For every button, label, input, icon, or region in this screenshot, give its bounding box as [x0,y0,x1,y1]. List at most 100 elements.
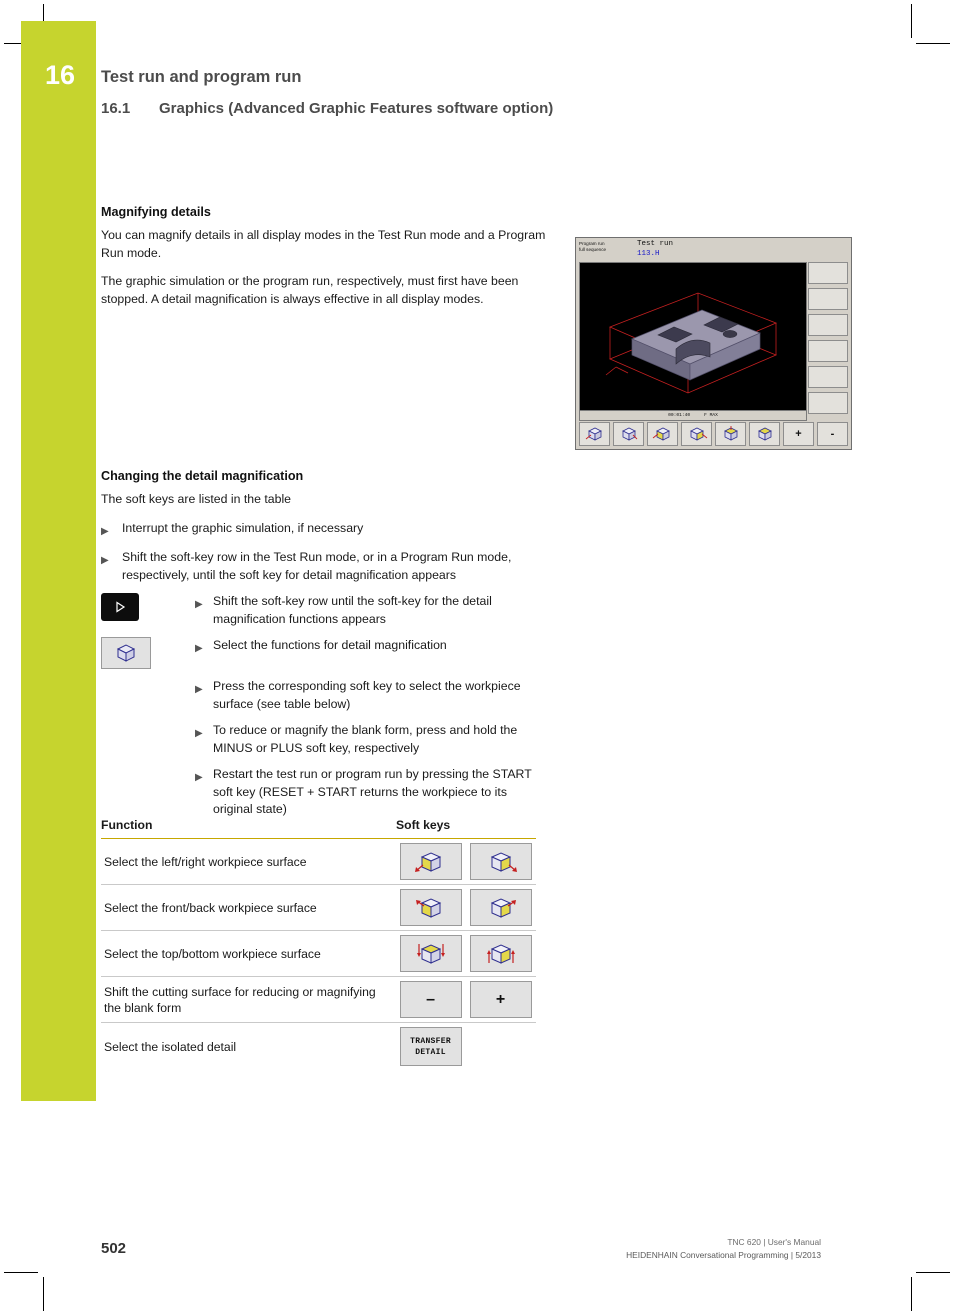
tnc-softkey-cube-iso[interactable] [749,422,780,446]
list-item-text: ▶ Shift the soft-key row until the soft-… [195,593,546,628]
tnc-status-feed: F MAX [704,413,718,418]
table-cell-function: Select the top/bottom workpiece surface [104,946,321,961]
tnc-softkey-cube-left[interactable] [647,422,678,446]
heading-magnifying-details: Magnifying details [101,205,211,219]
table-cell-function: Shift the cutting surface for reducing o… [104,984,376,1015]
page-number: 502 [101,1240,127,1257]
footer-text: TNC 620 | User's Manual HEIDENHAIN Conve… [626,1236,821,1262]
paragraph-2: The graphic simulation or the program ru… [101,274,519,306]
column-header-softkeys: Soft keys [396,818,451,832]
table-row: Select the left/right workpiece surface [101,839,536,885]
cube-detail-magnification-icon[interactable] [101,637,151,669]
list-item-label: Select the functions for detail magnific… [213,638,447,652]
list-item-text: ▶ Select the functions for detail magnif… [195,637,546,658]
table-row: Select the isolated detail TRANSFER DETA… [101,1023,536,1070]
icon-instruction-list: ▶ Shift the soft-key row until the soft-… [101,593,546,819]
triangle-bullet-icon: ▶ [195,643,203,654]
tnc-title-area: Test run 113.H [634,238,851,260]
tnc-mode-line2: full sequence [579,247,607,252]
heading-changing-detail-magnification: Changing the detail magnification [101,469,304,483]
tnc-softkey-row: + - [579,422,848,446]
cube-bottom-icon[interactable] [469,935,532,972]
tnc-softkey-view-2[interactable] [613,422,644,446]
list-item: ▶ Shift the soft-key row in the Test Run… [101,549,546,584]
triangle-bullet-icon: ▶ [195,772,203,783]
list-item: ▶ Restart the test run or program run by… [101,766,546,819]
tnc-program-name: 113.H [637,249,660,258]
footer-line-1: TNC 620 | User's Manual [727,1237,821,1247]
list-item: ▶ Select the functions for detail magnif… [101,637,546,669]
triangle-bullet-icon: ▶ [101,555,109,566]
cube-back-icon[interactable] [469,889,532,926]
shift-softkey-row-icon[interactable] [101,593,139,621]
tnc-softkey-cube-top[interactable] [715,422,746,446]
softkey-shift-slot [101,593,195,621]
crop-mark [4,1272,38,1273]
cube-front-icon[interactable] [399,889,462,926]
table-cell-function: Select the left/right workpiece surface [104,854,307,869]
transfer-detail-line1: TRANSFER [410,1036,451,1046]
crop-mark [916,43,950,44]
tnc-vertical-softkey[interactable] [808,340,848,362]
tnc-vertical-softkey[interactable] [808,392,848,414]
chapter-color-bar [21,21,96,1101]
softkey-detail-magnification-slot [101,637,195,669]
plus-softkey[interactable]: + [469,981,532,1018]
crop-mark [911,1277,912,1311]
tnc-vertical-softkey[interactable] [808,288,848,310]
table-cell-softkeys [399,885,536,930]
list-item-label: Restart the test run or program run by p… [213,767,532,816]
tnc-vertical-softkey[interactable] [808,314,848,336]
tnc-title-line1: Test run [637,240,674,248]
list-item: ▶ Shift the soft-key row until the soft-… [101,593,546,628]
tnc-vertical-softkey[interactable] [808,262,848,284]
tnc-softkey-view-1[interactable] [579,422,610,446]
table-cell-function: Select the isolated detail [104,1039,237,1054]
list-item-label: Shift the soft-key row in the Test Run m… [122,550,512,582]
tnc-graphic-area [579,262,807,421]
tnc-softkey-minus[interactable]: - [817,422,848,446]
triangle-bullet-icon: ▶ [195,599,203,610]
tnc-header: Program run full sequence Test run 113.H [576,238,851,260]
tnc-status-time: 00:01:40 [668,413,691,418]
list-item-label: To reduce or magnify the blank form, pre… [213,723,518,755]
tnc-vertical-softkey[interactable] [808,366,848,388]
table-row: Shift the cutting surface for reducing o… [101,977,536,1023]
triangle-bullet-icon: ▶ [195,684,203,695]
list-item-label: Shift the soft-key row until the soft-ke… [213,594,492,626]
section-number: 16.1 [101,100,131,117]
table-cell-softkeys [399,839,536,884]
table-cell-function: Select the front/back workpiece surface [104,900,317,915]
tnc-status-bar: 00:01:40 F MAX [579,410,807,421]
softkey-table: Function Soft keys Select the left/right… [101,818,536,1070]
cube-right-icon[interactable] [469,843,532,880]
list-item-text: ▶ To reduce or magnify the blank form, p… [195,722,546,757]
cube-top-icon[interactable] [399,935,462,972]
column-header-function: Function [101,818,153,832]
triangle-bullet-icon: ▶ [101,525,109,537]
table-cell-softkeys [399,931,536,976]
table-cell-softkeys: TRANSFER DETAIL [399,1023,536,1070]
list-item-label: Interrupt the graphic simulation, if nec… [122,520,364,535]
chapter-number: 16 [45,60,76,90]
list-item: ▶ Press the corresponding soft key to se… [101,678,546,713]
minus-softkey[interactable]: – [399,981,462,1018]
tnc-softkey-plus[interactable]: + [783,422,814,446]
transfer-detail-softkey[interactable]: TRANSFER DETAIL [399,1027,462,1066]
table-cell-softkeys: – + [399,977,536,1022]
paragraph-3: The soft keys are listed in the table [101,492,292,506]
list-item: ▶ Interrupt the graphic simulation, if n… [101,520,546,541]
section-title: 16.1 Graphics (Advanced Graphic Features … [101,100,553,117]
table-row: Select the front/back workpiece surface [101,885,536,931]
table-row: Select the top/bottom workpiece surface [101,931,536,977]
cube-left-icon[interactable] [399,843,462,880]
table-header-row: Function Soft keys [101,818,536,839]
tnc-softkey-cube-front[interactable] [681,422,712,446]
footer-line-2: HEIDENHAIN Conversational Programming | … [626,1250,821,1260]
crop-mark [911,4,912,38]
crop-mark [43,1277,44,1311]
paragraph-1: You can magnify details in all display m… [101,228,546,260]
list-item-text: ▶ Press the corresponding soft key to se… [195,678,546,713]
bullet-list: ▶ Interrupt the graphic simulation, if n… [101,520,546,585]
workpiece-3d-graphic [580,263,806,420]
